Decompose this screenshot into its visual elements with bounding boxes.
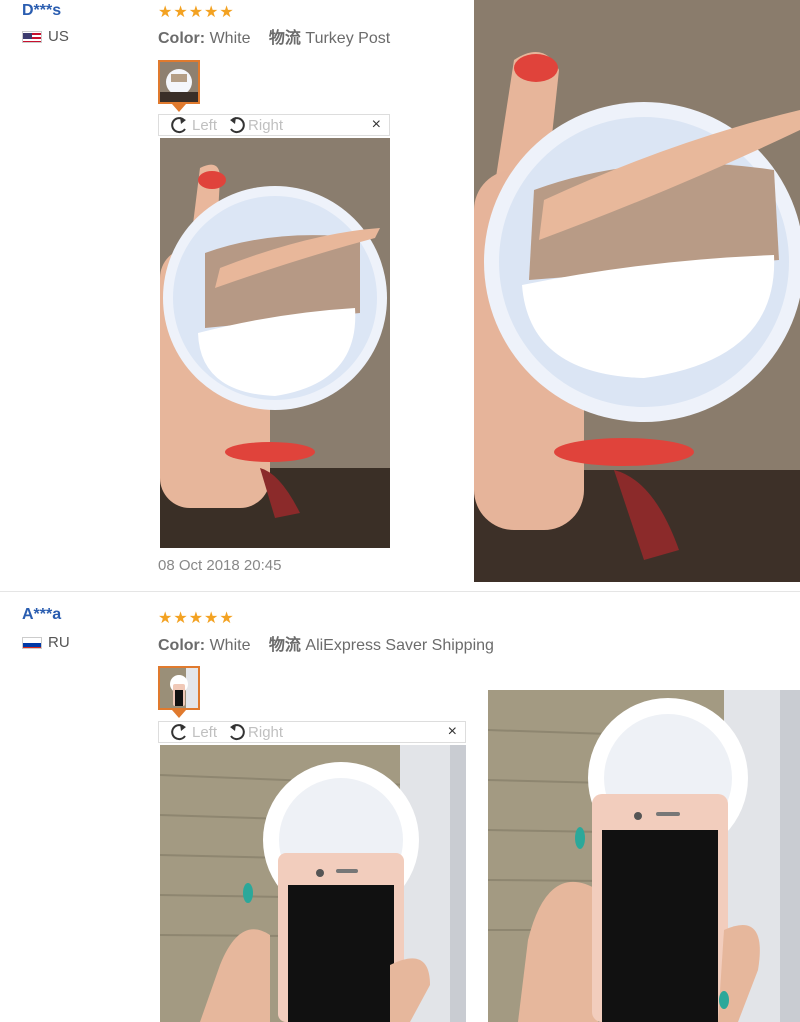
photo-thumbnail[interactable] [158, 60, 200, 104]
review-date: 08 Oct 2018 20:45 [158, 557, 282, 574]
star-rating: ★★★★★ [158, 610, 235, 627]
color-label: Color: [158, 30, 206, 47]
shipping-value: Turkey Post [305, 30, 391, 47]
rotate-left-button[interactable]: Left [169, 115, 217, 135]
rotate-left-label: Left [192, 723, 218, 741]
review-item: A***a RU ★★★★★ Color: White 物流 AliExpres… [0, 598, 800, 1022]
reviewer-country: RU [22, 634, 70, 651]
thumbnail-pointer [172, 710, 186, 718]
close-viewer-button[interactable]: × [448, 723, 457, 741]
thumbnail-pointer [172, 104, 186, 112]
rotate-right-button[interactable]: Right [225, 722, 283, 742]
review-meta: Color: White 物流 Turkey Post [158, 24, 390, 48]
rotate-right-icon [230, 724, 245, 741]
rotate-left-icon [171, 117, 186, 134]
shipping-value: AliExpress Saver Shipping [305, 637, 494, 654]
rotate-right-label: Right [248, 116, 284, 134]
rotate-left-button[interactable]: Left [169, 722, 217, 742]
reviewer-name: D***s [22, 2, 62, 19]
reviewer-country: US [22, 28, 69, 45]
large-preview-photo[interactable] [488, 690, 800, 1022]
country-code: US [48, 28, 69, 45]
ru-flag-icon [22, 636, 42, 649]
rotate-right-label: Right [248, 723, 284, 741]
rotate-right-button[interactable]: Right [225, 115, 283, 135]
color-value: White [209, 30, 251, 47]
star-rating: ★★★★★ [158, 4, 235, 21]
shipping-label: 物流 [268, 30, 301, 47]
rotate-right-icon [230, 117, 245, 134]
rotate-left-icon [171, 724, 186, 741]
large-preview-photo[interactable] [474, 0, 800, 582]
photo-thumbnail[interactable] [158, 666, 200, 710]
us-flag-icon [22, 30, 42, 43]
country-code: RU [48, 634, 70, 651]
shipping-label: 物流 [268, 637, 301, 654]
rotate-left-label: Left [192, 116, 218, 134]
color-value: White [209, 637, 251, 654]
review-divider [0, 591, 800, 592]
close-viewer-button[interactable]: × [372, 116, 381, 134]
image-viewer-toolbar: Left Right × [158, 114, 390, 136]
review-item: D***s US ★★★★★ Color: White 物流 Turkey Po… [0, 0, 800, 590]
color-label: Color: [158, 637, 206, 654]
review-photo[interactable] [160, 138, 390, 548]
reviewer-name: A***a [22, 606, 62, 623]
review-meta: Color: White 物流 AliExpress Saver Shippin… [158, 631, 494, 655]
review-photo[interactable] [160, 745, 466, 1022]
image-viewer-toolbar: Left Right × [158, 721, 466, 743]
